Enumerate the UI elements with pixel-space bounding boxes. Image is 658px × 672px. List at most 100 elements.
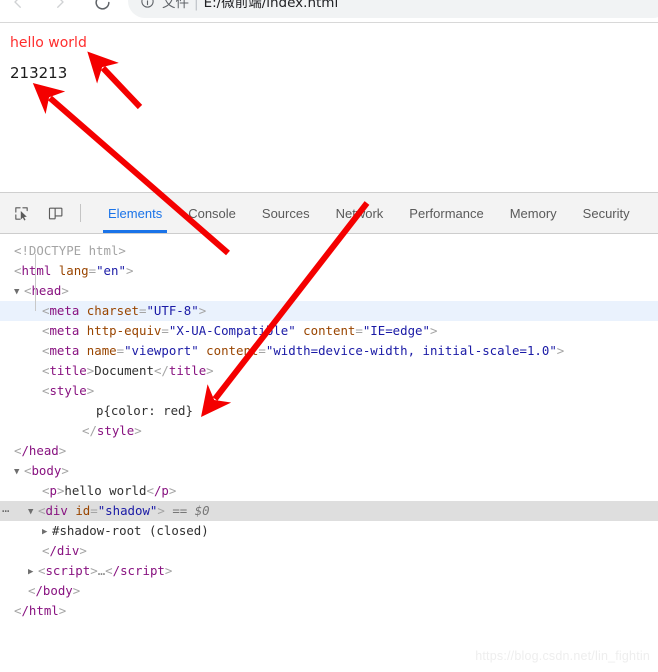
html-tag-name: html [21,263,52,278]
dom-row-script[interactable]: ▶ <script>…</script> [0,561,658,581]
tab-elements[interactable]: Elements [95,193,175,233]
browser-chrome: 文件 | E:/微前端/index.html [0,0,658,23]
div-id-value: "shadow" [97,503,158,518]
tab-memory[interactable]: Memory [497,193,570,233]
style-close-tag: style [96,423,135,438]
script-tag-name: script [45,563,91,578]
dom-row-body-open[interactable]: ▼ <body> [0,461,658,481]
dom-tree: <!DOCTYPE html> <html lang="en"> ▼ <head>… [0,234,658,621]
browser-nav-buttons [6,0,114,14]
meta-viewport-attr2: content [206,343,259,358]
devtools-tab-bar: Elements Console Sources Network Perform… [95,193,643,233]
dom-row-style-rule[interactable]: p{color: red} [0,401,658,421]
html-lang-value: "en" [96,263,126,278]
p-text-node: hello world [64,483,147,498]
url-scheme-label: 文件 [162,0,189,11]
meta-charset-tag: meta [49,303,80,318]
head-close-tag: /head [21,443,59,458]
dom-row-p-node[interactable]: <p>hello world</p> [0,481,658,501]
p-tag-name: p [49,483,57,498]
page-paragraph: hello world [10,35,87,51]
tab-sources-label: Sources [261,205,310,221]
doctype-text: <!DOCTYPE html> [14,243,126,258]
twisty-body-icon[interactable]: ▼ [14,462,24,482]
info-circle-icon[interactable] [140,0,155,9]
meta-compat-tag: meta [49,323,80,338]
title-close-tag: title [168,363,207,378]
watermark: https://blog.csdn.net/lin_fightin [475,649,650,663]
forward-button[interactable] [48,0,72,14]
devtools-tool-icons [0,200,95,226]
tab-network[interactable]: Network [323,193,397,233]
meta-viewport-attr1: name [86,343,117,358]
twisty-head-icon[interactable]: ▼ [14,282,24,302]
meta-viewport-value2: "width=device-width, initial-scale=1.0" [265,343,557,358]
p-close-tag: /p [153,483,169,498]
dom-row-meta-viewport[interactable]: <meta name="viewport" content="width=dev… [0,341,658,361]
shadow-root-label: #shadow-root (closed) [52,523,209,538]
dom-row-meta-compat[interactable]: <meta http-equiv="X-UA-Compatible" conte… [0,321,658,341]
dom-row-div-shadow[interactable]: ⋯ ▼ <div id="shadow"> == $0 [0,501,658,521]
div-id-attr: id [75,503,91,518]
back-button[interactable] [6,0,30,14]
dom-row-title[interactable]: <title>Document</title> [0,361,658,381]
url-path: E:/微前端/index.html [203,0,339,11]
meta-viewport-tag: meta [49,343,80,358]
tree-guide-line [35,254,36,311]
dom-row-doctype[interactable]: <!DOCTYPE html> [0,241,658,261]
meta-viewport-value1: "viewport" [124,343,199,358]
html-lang-attr: lang [58,263,89,278]
meta-compat-attr2: content [303,323,356,338]
script-close-tag: /script [112,563,165,578]
meta-charset-attr: charset [86,303,139,318]
url-separator: | [194,0,199,11]
tab-network-label: Network [335,205,384,221]
dom-row-html-close[interactable]: </html> [0,601,658,621]
body-tag-name: body [31,463,62,478]
toolbar-divider [80,204,81,222]
dom-row-body-close[interactable]: </body> [0,581,658,601]
tab-security-label: Security [582,205,630,221]
style-tag-name: style [49,383,87,398]
chevron-left-icon [14,0,21,8]
devtools-panel: Elements Console Sources Network Perform… [0,192,658,672]
row-context-menu-icon[interactable]: ⋯ [2,501,10,521]
title-text: Document [94,363,154,378]
tab-console-label: Console [188,205,236,221]
device-toolbar-button[interactable] [42,200,68,226]
page-shadow-text: 213213 [10,64,68,82]
address-bar-text: 文件 | E:/微前端/index.html [162,0,338,11]
dom-row-head-close[interactable]: </head> [0,441,658,461]
dom-row-html-open[interactable]: <html lang="en"> [0,261,658,281]
tab-console[interactable]: Console [175,193,249,233]
reload-button[interactable] [90,0,114,14]
twisty-script-icon[interactable]: ▶ [28,562,38,582]
dom-row-style-close[interactable]: </style> [0,421,658,441]
tab-memory-label: Memory [509,205,557,221]
dom-row-div-close[interactable]: </div> [0,541,658,561]
div-tag-name: div [45,503,68,518]
inspect-element-button[interactable] [8,200,34,226]
twisty-div-icon[interactable]: ▼ [28,502,38,522]
devtools-toolbar: Elements Console Sources Network Perform… [0,193,658,234]
selected-node-marker: == $0 [172,503,210,518]
tab-security[interactable]: Security [570,193,643,233]
twisty-shadow-root-icon[interactable]: ▶ [42,522,52,542]
tab-sources[interactable]: Sources [249,193,323,233]
chevron-right-icon [57,0,64,8]
address-bar[interactable]: 文件 | E:/微前端/index.html [128,0,658,18]
inspect-element-icon [14,206,28,220]
body-close-tag: /body [35,583,73,598]
html-close-tag: /html [21,603,59,618]
meta-compat-value2: "IE=edge" [362,323,430,338]
dom-row-meta-charset[interactable]: <meta charset="UTF-8"> [0,301,658,321]
dom-row-style-open[interactable]: <style> [0,381,658,401]
tab-performance-label: Performance [409,205,484,221]
meta-compat-value1: "X-UA-Compatible" [168,323,296,338]
dom-row-shadow-root[interactable]: ▶ #shadow-root (closed) [0,521,658,541]
reload-icon [94,0,110,10]
tab-performance[interactable]: Performance [396,193,496,233]
div-close-tag: /div [49,543,80,558]
style-rule-text: p{color: red} [96,403,193,418]
dom-row-head-open[interactable]: ▼ <head> [0,281,658,301]
